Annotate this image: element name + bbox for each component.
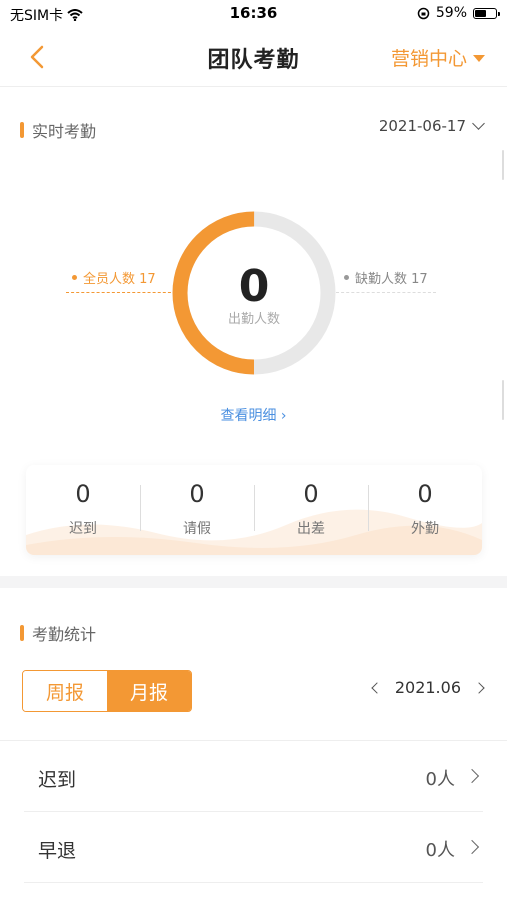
chevron-right-icon (464, 839, 480, 855)
chevron-right-icon (464, 768, 480, 784)
battery-level (475, 9, 487, 17)
view-detail-label: 查看明细 (220, 408, 277, 424)
realtime-title: 实时考勤 (32, 122, 97, 141)
stats-card: 0 迟到 0 请假 0 出差 0 外勤 (26, 465, 482, 555)
stat-label: 出差 (297, 521, 325, 537)
dept-selector[interactable]: 营销中心 (391, 44, 485, 71)
stat-value: 0 (75, 480, 91, 508)
tab-weekly[interactable]: 周报 (23, 671, 107, 711)
legend-dot (344, 275, 349, 280)
scrollbar-thumb[interactable] (502, 380, 504, 420)
summary-title: 考勤统计 (32, 625, 97, 644)
date-selector[interactable]: 2021-06-17 (378, 117, 485, 135)
status-right: 59% (417, 5, 500, 21)
date-value: 2021-06-17 (378, 117, 466, 135)
stat-field[interactable]: 0 外勤 (368, 465, 482, 538)
chevron-right-icon: › (280, 408, 287, 424)
month-value: 2021.06 (394, 678, 461, 697)
stat-value: 0 (417, 480, 433, 508)
chevron-right-icon[interactable] (473, 681, 485, 694)
stat-label: 迟到 (69, 521, 97, 537)
legend-line-left (66, 292, 176, 293)
scrollbar-thumb[interactable] (502, 150, 504, 180)
stat-leave[interactable]: 0 请假 (140, 465, 254, 538)
legend-dot (72, 275, 77, 280)
ring-center: 0 出勤人数 (171, 261, 337, 328)
stat-value: 0 (189, 480, 205, 508)
stat-late[interactable]: 0 迟到 (26, 465, 140, 538)
section-accent-bar (20, 122, 24, 138)
summary-header: 考勤统计 (20, 621, 96, 645)
legend-total: 全员人数 17 (72, 268, 156, 287)
rotation-lock-icon (417, 7, 430, 19)
legend-total-label: 全员人数 17 (83, 272, 156, 287)
section-divider (0, 576, 507, 588)
nav-bar: 团队考勤 营销中心 (0, 30, 507, 87)
list-item-late[interactable]: 迟到 0人 (24, 741, 483, 812)
summary-list: 迟到 0人 早退 0人 (0, 740, 507, 883)
attend-label: 出勤人数 (227, 312, 280, 327)
caret-down-icon (473, 55, 485, 62)
view-detail-link[interactable]: 查看明细 › (0, 405, 507, 425)
stat-value: 0 (303, 480, 319, 508)
row-value: 0人 (425, 769, 455, 790)
row-label: 迟到 (38, 769, 77, 791)
battery-percent: 59% (435, 5, 467, 21)
row-value: 0人 (425, 840, 455, 861)
legend-absent-label: 缺勤人数 17 (355, 272, 428, 287)
dept-label: 营销中心 (390, 48, 467, 70)
stat-trip[interactable]: 0 出差 (254, 465, 368, 538)
battery-icon (473, 7, 500, 19)
legend-line-right (336, 292, 436, 293)
attend-count: 0 (238, 261, 270, 312)
section-accent-bar (20, 625, 24, 641)
report-tabs: 周报 月报 (22, 670, 192, 712)
chevron-left-icon[interactable] (371, 681, 383, 694)
realtime-header: 实时考勤 (20, 118, 96, 142)
chevron-down-icon (472, 117, 485, 130)
stat-label: 请假 (183, 521, 211, 537)
month-navigator: 2021.06 (371, 678, 485, 697)
legend-absent: 缺勤人数 17 (344, 268, 428, 287)
status-bar: 无SIM卡 16:36 59% (0, 0, 507, 30)
list-item-early-leave[interactable]: 早退 0人 (24, 812, 483, 883)
tab-monthly[interactable]: 月报 (107, 671, 191, 711)
row-label: 早退 (38, 840, 77, 862)
stat-label: 外勤 (411, 521, 439, 537)
